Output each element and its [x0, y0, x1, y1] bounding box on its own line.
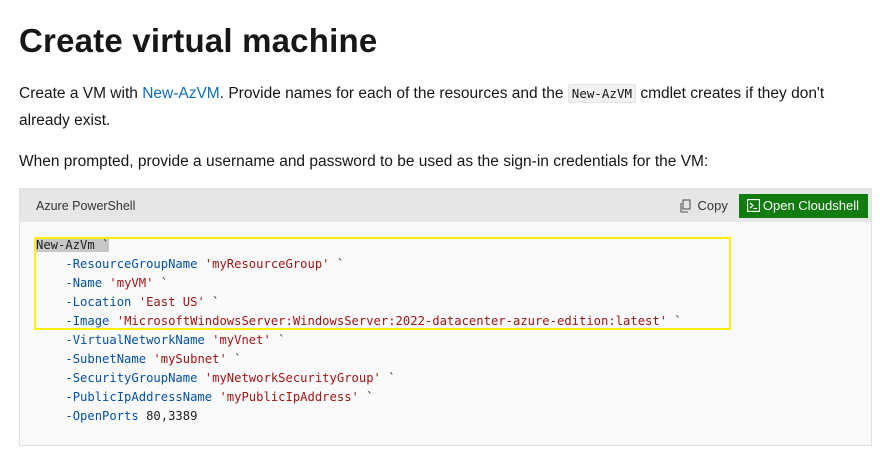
- code-line: -PublicIpAddressName 'myPublicIpAddress'…: [36, 388, 871, 407]
- code-tail: `: [204, 295, 220, 309]
- code-value: 'East US': [138, 295, 205, 309]
- intro-paragraph: Create a VM with New-AzVM. Provide names…: [19, 80, 869, 134]
- code-tail: `: [270, 333, 286, 347]
- code-value: 'myResourceGroup': [204, 257, 330, 271]
- code-value: 'myVnet': [212, 333, 271, 347]
- code-tail: `: [226, 352, 242, 366]
- code-tail: `: [94, 238, 110, 252]
- code-value: 80,3389: [146, 409, 198, 423]
- code-block: Azure PowerShell Copy Open Cloudshell Ne…: [19, 188, 872, 446]
- code-cmd: New-AzVm: [36, 238, 95, 252]
- code-param: -VirtualNetworkName: [65, 333, 205, 347]
- copy-label: Copy: [697, 198, 728, 213]
- code-param: -PublicIpAddressName: [65, 390, 213, 404]
- code-line: New-AzVm `: [36, 236, 871, 255]
- code-line: -VirtualNetworkName 'myVnet' `: [36, 331, 871, 350]
- code-param: -Image: [65, 314, 110, 328]
- code-line: -SubnetName 'mySubnet' `: [36, 350, 871, 369]
- new-azvm-link[interactable]: New-AzVM: [142, 85, 220, 102]
- inline-code-new-azvm: New-AzVM: [567, 84, 637, 103]
- code-value: 'myVM': [109, 276, 154, 290]
- code-line: -Name 'myVM' `: [36, 274, 871, 293]
- code-language-label: Azure PowerShell: [36, 198, 136, 213]
- code-param: -ResourceGroupName: [65, 257, 198, 271]
- code-tail: `: [358, 390, 374, 404]
- code-header: Azure PowerShell Copy Open Cloudshell: [20, 189, 871, 222]
- code-tail: `: [153, 276, 169, 290]
- code-value: 'mySubnet': [153, 352, 227, 366]
- code-param: -Name: [65, 276, 103, 290]
- intro-text-before: Create a VM with: [19, 85, 143, 102]
- code-tail: `: [667, 314, 682, 328]
- code-param: -OpenPorts: [65, 409, 139, 423]
- code-line: -Image 'MicrosoftWindowsServer:WindowsSe…: [36, 312, 871, 331]
- page-title: Create virtual machine: [19, 22, 378, 59]
- code-param: -Location: [65, 295, 132, 309]
- cloudshell-label: Open Cloudshell: [762, 198, 859, 213]
- code-line: -Location 'East US' `: [36, 293, 871, 312]
- code-content[interactable]: New-AzVm ` -ResourceGroupName 'myResourc…: [20, 222, 871, 426]
- code-line: -ResourceGroupName 'myResourceGroup' `: [36, 255, 871, 274]
- copy-icon: [679, 198, 693, 213]
- code-actions: Copy Open Cloudshell: [679, 189, 871, 222]
- code-line: -SecurityGroupName 'myNetworkSecurityGro…: [36, 369, 871, 388]
- code-tail: `: [380, 371, 396, 385]
- intro-text-middle: . Provide names for each of the resource…: [219, 85, 568, 102]
- open-cloudshell-button[interactable]: Open Cloudshell: [738, 193, 868, 218]
- copy-button[interactable]: Copy: [679, 198, 728, 213]
- prompt-paragraph: When prompted, provide a username and pa…: [19, 153, 709, 170]
- code-value: 'myNetworkSecurityGroup': [204, 371, 381, 385]
- code-param: -SubnetName: [65, 352, 147, 366]
- code-value: 'myPublicIpAddress': [219, 390, 359, 404]
- code-param: -SecurityGroupName: [65, 371, 198, 385]
- cloudshell-icon: [746, 199, 760, 212]
- code-line: -OpenPorts 80,3389: [36, 407, 871, 426]
- code-tail: `: [329, 257, 345, 271]
- code-value: 'MicrosoftWindowsServer:WindowsServer:20…: [116, 314, 668, 328]
